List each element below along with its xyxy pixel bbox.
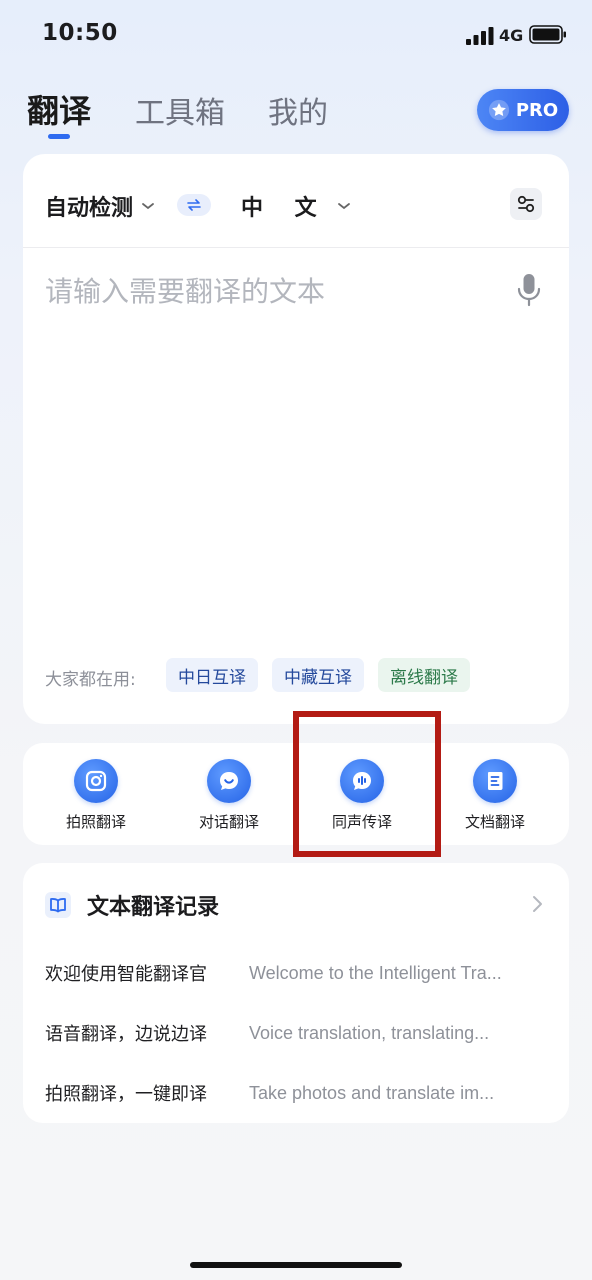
- battery-icon: [529, 25, 566, 44]
- chip-offline[interactable]: 离线翻译: [378, 658, 470, 692]
- history-title: 文本翻译记录: [87, 895, 220, 920]
- feature-shortcuts: 拍照翻译 对话翻译 同声传译 文档翻译: [23, 743, 569, 845]
- pro-label: PRO: [515, 99, 559, 121]
- status-time: 10:50: [42, 20, 118, 46]
- translate-card: 自动检测 中 文 请输入需要翻译的文本 大家都在用: 中日互译 中藏互译 离线翻…: [23, 154, 569, 724]
- feature-dialogue-translate[interactable]: 对话翻译: [174, 759, 284, 832]
- active-tab-indicator: [48, 134, 70, 139]
- feature-label: 对话翻译: [198, 813, 259, 831]
- chevron-right-icon[interactable]: [531, 895, 543, 913]
- book-icon: [45, 892, 71, 918]
- history-translation: Voice translation, translating...: [249, 1022, 490, 1043]
- chevron-down-icon: [142, 203, 154, 210]
- microphone-icon[interactable]: [516, 272, 542, 308]
- history-item[interactable]: 语音翻译，边说边译 Voice translation, translating…: [45, 1018, 555, 1048]
- history-translation: Welcome to the Intelligent Tra...: [249, 962, 502, 983]
- tab-translate[interactable]: 翻译: [27, 86, 91, 132]
- tab-toolbox[interactable]: 工具箱: [135, 88, 225, 132]
- document-icon: [488, 772, 503, 790]
- feature-label: 拍照翻译: [65, 813, 126, 831]
- network-label: 4G: [499, 26, 524, 45]
- tab-mine[interactable]: 我的: [268, 88, 328, 132]
- chevron-down-icon: [337, 203, 350, 210]
- swap-icon: [187, 199, 201, 211]
- status-bar: 10:50 4G: [0, 0, 592, 70]
- translate-input[interactable]: 请输入需要翻译的文本: [45, 270, 325, 310]
- history-source: 语音翻译，边说边译: [45, 1024, 207, 1045]
- pro-button[interactable]: PRO: [477, 89, 569, 131]
- history-translation: Take photos and translate im...: [249, 1082, 495, 1103]
- translate-settings-button[interactable]: [510, 188, 542, 220]
- target-language-select[interactable]: 中 文: [241, 190, 351, 222]
- source-language-select[interactable]: 自动检测: [45, 190, 155, 222]
- popular-label: 大家都在用:: [45, 670, 136, 690]
- voice-wave-icon: [353, 772, 371, 790]
- history-source: 欢迎使用智能翻译官: [45, 964, 207, 985]
- feature-photo-translate[interactable]: 拍照翻译: [41, 759, 151, 832]
- source-language-label: 自动检测: [45, 196, 134, 221]
- chip-zh-ja[interactable]: 中日互译: [166, 658, 258, 692]
- star-icon: [488, 99, 509, 121]
- settings-sliders-icon: [517, 195, 535, 213]
- history-item[interactable]: 拍照翻译，一键即译 Take photos and translate im..…: [45, 1078, 555, 1108]
- camera-icon: [85, 770, 107, 792]
- swap-language-button[interactable]: [177, 194, 211, 216]
- history-header[interactable]: 文本翻译记录: [45, 889, 219, 921]
- text-translation-history: 文本翻译记录 欢迎使用智能翻译官 Welcome to the Intellig…: [23, 863, 569, 1123]
- history-item[interactable]: 欢迎使用智能翻译官 Welcome to the Intelligent Tra…: [45, 958, 555, 988]
- feature-document-translate[interactable]: 文档翻译: [440, 759, 550, 832]
- feature-label: 文档翻译: [464, 813, 525, 831]
- home-indicator[interactable]: [190, 1262, 402, 1268]
- signal-icon: [466, 27, 494, 45]
- history-source: 拍照翻译，一键即译: [45, 1084, 207, 1105]
- target-language-label: 中 文: [241, 196, 329, 221]
- language-bar: 自动检测 中 文: [23, 154, 569, 248]
- feature-label: 同声传译: [331, 813, 392, 831]
- chat-icon: [220, 772, 238, 790]
- feature-simultaneous-interpretation[interactable]: 同声传译: [307, 759, 417, 832]
- chip-zh-bo[interactable]: 中藏互译: [272, 658, 364, 692]
